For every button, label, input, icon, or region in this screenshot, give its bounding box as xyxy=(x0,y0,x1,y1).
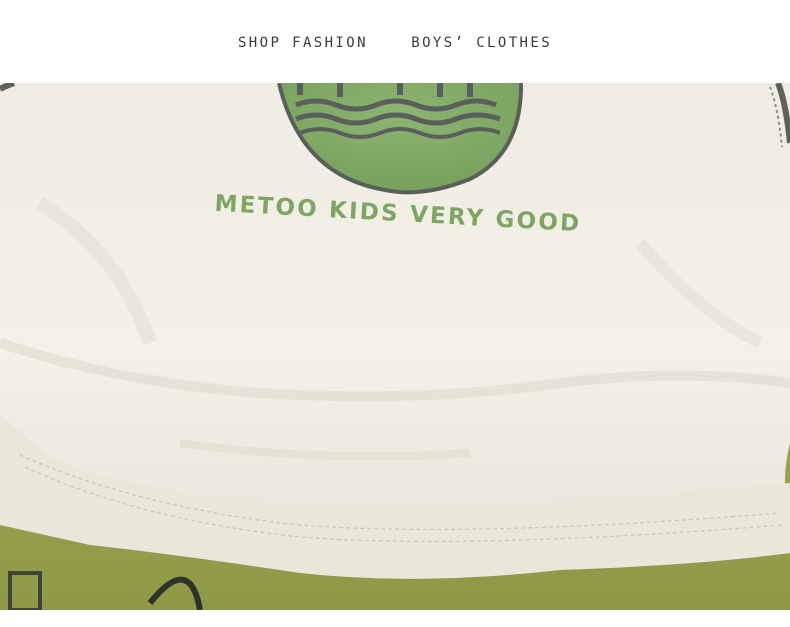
shirt-closeup-image: METOO KIDS VERY GOOD xyxy=(0,83,790,610)
bottom-margin xyxy=(0,610,790,627)
boys-clothes-label: BOYS’ CLOTHES xyxy=(411,35,553,51)
product-photo: METOO KIDS VERY GOOD xyxy=(0,83,790,610)
header-banner: SHOP FASHION BOYS’ CLOTHES xyxy=(0,0,790,83)
shop-fashion-label: SHOP FASHION xyxy=(237,35,368,51)
header-title: SHOP FASHION BOYS’ CLOTHES xyxy=(0,35,790,51)
